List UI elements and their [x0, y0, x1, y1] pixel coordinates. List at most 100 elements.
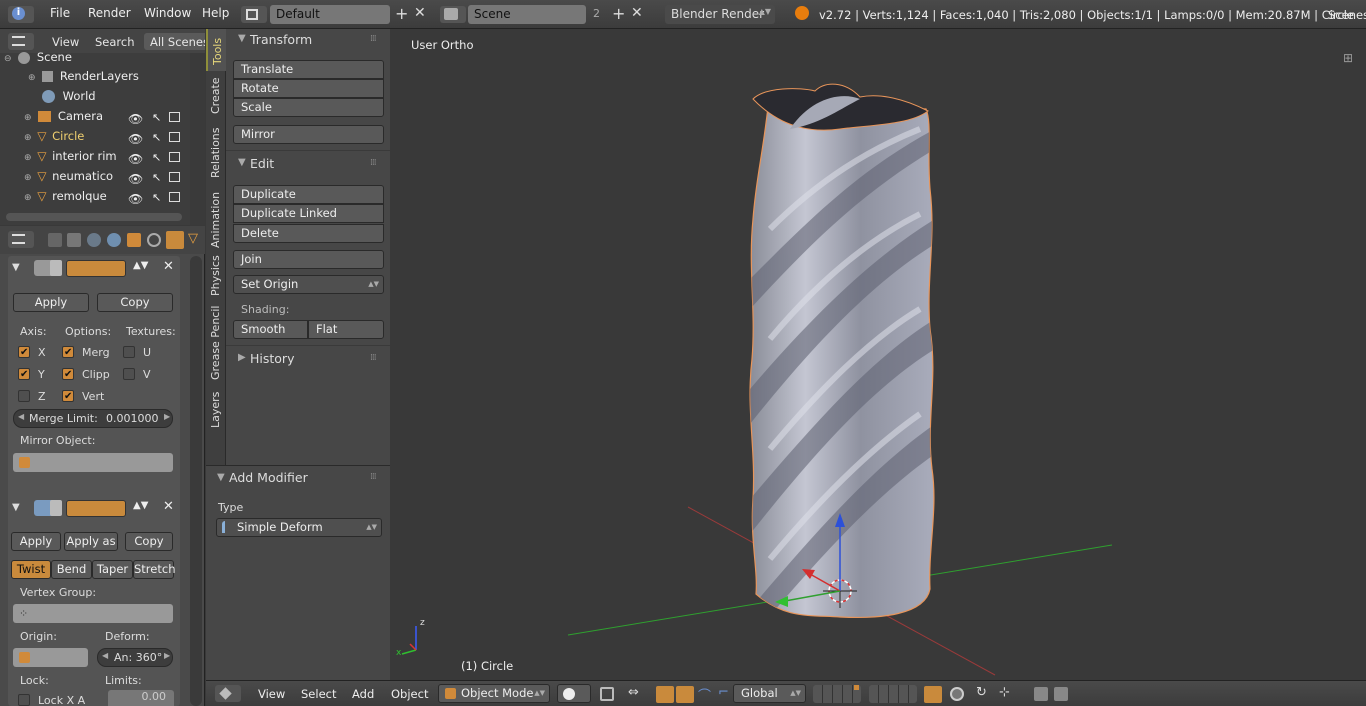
- menu-select[interactable]: Select: [301, 687, 336, 701]
- menu-object[interactable]: Object: [391, 687, 428, 701]
- duplicate-linked-button[interactable]: Duplicate Linked: [233, 204, 384, 223]
- render-engine-select[interactable]: Blender Render ▲▼: [665, 5, 775, 24]
- select-arrow-icon[interactable]: ↖: [152, 111, 161, 124]
- menu-add[interactable]: Add: [352, 687, 374, 701]
- flat-shading-button[interactable]: Flat: [308, 320, 384, 339]
- menu-help[interactable]: Help: [202, 6, 229, 20]
- outliner-menu-view[interactable]: View: [52, 35, 79, 49]
- outliner-item-camera[interactable]: ⊕ Camera 👁 ↖: [24, 109, 194, 129]
- mirror-copy-button[interactable]: Copy: [97, 293, 173, 312]
- tab-grease-pencil[interactable]: Grease Pencil: [206, 303, 226, 385]
- transform-orientation-icon[interactable]: ⌐: [718, 685, 729, 700]
- outliner-vertical-scrollbar[interactable]: [190, 53, 205, 225]
- add-modifier-panel-header[interactable]: ▼ Add Modifier ⁞⁞⁞: [206, 466, 390, 490]
- properties-editor-button[interactable]: [8, 231, 34, 248]
- add-layout-icon[interactable]: +: [395, 4, 408, 23]
- menu-render[interactable]: Render: [88, 6, 131, 20]
- history-panel-header[interactable]: ▶ History ⁞⁞⁞: [226, 348, 390, 370]
- screen-layout-button[interactable]: [241, 6, 267, 23]
- outliner-menu-search[interactable]: Search: [95, 35, 135, 49]
- outliner-item-renderlayers[interactable]: ⊕ RenderLayers: [28, 69, 139, 89]
- deform-apply-button[interactable]: Apply: [11, 532, 61, 551]
- layers-group-2[interactable]: [869, 685, 917, 703]
- menu-file[interactable]: File: [50, 6, 70, 20]
- move-modifier-arrows-icon[interactable]: ▲▼: [133, 260, 148, 271]
- outliner-display-mode[interactable]: All Scenes: [144, 33, 205, 50]
- modifiers-tab-icon[interactable]: [166, 231, 184, 249]
- editor-type-button[interactable]: [215, 685, 241, 702]
- panel-grip-icon[interactable]: ⁞⁞⁞: [370, 34, 377, 44]
- menu-window[interactable]: Window: [144, 6, 191, 20]
- outliner-editor-button[interactable]: [8, 33, 34, 50]
- screen-layout-field[interactable]: Default: [270, 5, 390, 24]
- outliner-horizontal-scrollbar[interactable]: [6, 213, 182, 221]
- select-arrow-icon[interactable]: ↖: [152, 151, 161, 164]
- tab-relations[interactable]: Relations: [206, 121, 226, 183]
- rotate-button[interactable]: Rotate: [233, 79, 384, 98]
- render-camera-icon[interactable]: [169, 112, 180, 122]
- visibility-eye-icon[interactable]: 👁: [128, 112, 143, 126]
- bend-mode-button[interactable]: Bend: [51, 560, 92, 579]
- scene-field[interactable]: Scene: [468, 5, 586, 24]
- modifier-name-field[interactable]: [50, 500, 62, 516]
- tab-animation[interactable]: Animation: [206, 185, 226, 253]
- panel-grip-icon[interactable]: ⁞⁞⁞: [370, 353, 377, 363]
- select-arrow-icon[interactable]: ↖: [152, 131, 161, 144]
- duplicate-button[interactable]: Duplicate: [233, 185, 384, 204]
- manipulator-toggle-icon[interactable]: ⇔: [628, 685, 639, 700]
- outliner-item-scene[interactable]: ⊖ Scene: [4, 50, 72, 70]
- 3d-viewport[interactable]: User Ortho (1) Circle ⊞ z x: [390, 29, 1366, 680]
- outliner-item-world[interactable]: World: [42, 89, 96, 109]
- render-tab-icon[interactable]: [48, 233, 62, 247]
- select-arrow-icon[interactable]: ↖: [152, 171, 161, 184]
- stretch-mode-button[interactable]: Stretch: [133, 560, 175, 579]
- modifier-visibility-toggles[interactable]: [66, 500, 126, 517]
- visibility-eye-icon[interactable]: 👁: [128, 132, 143, 146]
- snap-toggle-icon[interactable]: ⊹: [999, 685, 1010, 700]
- mesh-data-tab-icon[interactable]: ▽: [188, 231, 198, 246]
- visibility-eye-icon[interactable]: 👁: [128, 152, 143, 166]
- tab-tools[interactable]: Tools: [206, 29, 226, 71]
- decrement-arrow-icon[interactable]: ◀: [102, 651, 108, 660]
- set-origin-dropdown[interactable]: Set Origin ▲▼: [233, 275, 384, 294]
- taper-mode-button[interactable]: Taper: [92, 560, 133, 579]
- remove-modifier-icon[interactable]: ✕: [163, 499, 174, 514]
- twist-mode-button[interactable]: Twist: [11, 560, 51, 579]
- panel-grip-icon[interactable]: ⁞⁞⁞: [370, 158, 377, 168]
- render-camera-icon[interactable]: [169, 172, 180, 182]
- limits-field[interactable]: 0.00: [108, 690, 174, 706]
- viewport-shading-dropdown[interactable]: [557, 684, 591, 703]
- constraints-tab-icon[interactable]: [147, 233, 161, 247]
- render-camera-icon[interactable]: [169, 132, 180, 142]
- translate-button[interactable]: Translate: [233, 60, 384, 79]
- modifier-visibility-toggles[interactable]: [66, 260, 126, 277]
- collapse-arrow-icon[interactable]: ▼: [12, 502, 20, 513]
- outliner-item-neumatico[interactable]: ⊕ ▽ neumatico 👁 ↖: [24, 169, 194, 189]
- modifier-name-field[interactable]: [50, 260, 62, 276]
- close-layout-icon[interactable]: ✕: [414, 5, 426, 21]
- scale-button[interactable]: Scale: [233, 98, 384, 117]
- mirror-apply-button[interactable]: Apply: [13, 293, 89, 312]
- render-image-icon[interactable]: [1034, 687, 1048, 701]
- outliner-item-circle[interactable]: ⊕ ▽ Circle 👁 ↖: [24, 129, 194, 149]
- visibility-eye-icon[interactable]: 👁: [128, 192, 143, 206]
- edit-panel-header[interactable]: ▼ Edit ⁞⁞⁞: [226, 153, 390, 175]
- transform-orientation-dropdown[interactable]: Global ▲▼: [733, 684, 806, 703]
- select-arrow-icon[interactable]: ↖: [152, 191, 161, 204]
- increment-arrow-icon[interactable]: ▶: [164, 412, 170, 421]
- object-tab-icon[interactable]: [127, 233, 141, 247]
- smooth-shading-button[interactable]: Smooth: [233, 320, 308, 339]
- twisted-vase-mesh[interactable]: [749, 83, 935, 639]
- proportional-falloff-icon[interactable]: ↻: [976, 685, 987, 700]
- rotate-manipulator-icon[interactable]: [676, 686, 694, 703]
- outliner-item-interior-rim[interactable]: ⊕ ▽ interior rim 👁 ↖: [24, 149, 194, 169]
- vertex-group-field[interactable]: ⁘: [13, 604, 173, 623]
- scene-button[interactable]: [440, 6, 466, 23]
- object-mode-dropdown[interactable]: Object Mode ▲▼: [438, 684, 550, 703]
- world-tab-icon[interactable]: [107, 233, 121, 247]
- render-camera-icon[interactable]: [169, 152, 180, 162]
- transform-panel-header[interactable]: ▼ Transform ⁞⁞⁞: [226, 29, 390, 51]
- delete-button[interactable]: Delete: [233, 224, 384, 243]
- properties-scrollbar[interactable]: [190, 256, 202, 706]
- translate-manipulator-icon[interactable]: [656, 686, 674, 703]
